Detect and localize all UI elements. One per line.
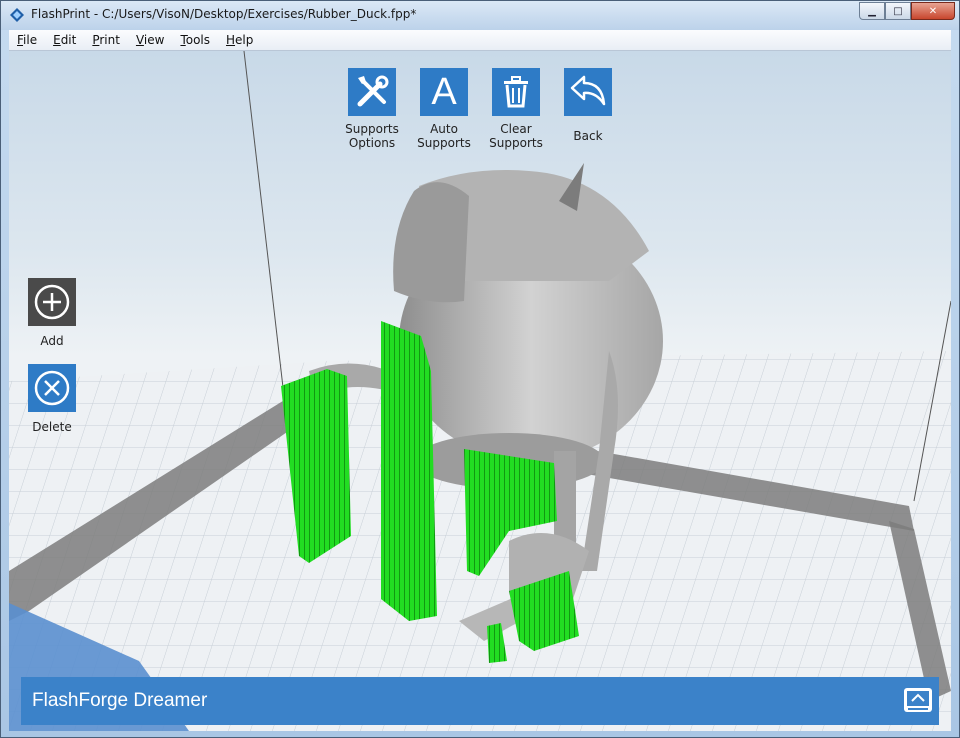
add-label: Add xyxy=(40,334,64,348)
auto-supports-button[interactable]: A Auto Supports xyxy=(406,68,482,150)
menu-edit[interactable]: Edit xyxy=(45,30,84,51)
build-volume-edge xyxy=(243,51,285,397)
app-window: FlashPrint - C:/Users/VisoN/Desktop/Exer… xyxy=(0,0,960,738)
menu-file[interactable]: File xyxy=(9,30,45,51)
back-label: Back xyxy=(573,129,603,143)
maximize-button[interactable]: □ xyxy=(885,2,911,20)
clear-supports-label: Clear Supports xyxy=(489,122,543,150)
supports-options-label: Supports Options xyxy=(345,122,399,150)
tools-icon xyxy=(357,75,389,107)
flashprint-logo-icon xyxy=(10,8,24,22)
3d-viewport[interactable]: Supports Options A Auto Supports Clear Supp… xyxy=(9,51,951,731)
auto-supports-label: Auto Supports xyxy=(417,122,471,150)
menu-tools[interactable]: Tools xyxy=(172,30,218,51)
auto-supports-tile[interactable]: A xyxy=(420,68,468,116)
supports-options-button[interactable]: Supports Options xyxy=(334,68,410,150)
letter-a-icon: A xyxy=(431,70,457,113)
undo-arrow-icon xyxy=(570,75,606,106)
delete-tile[interactable] xyxy=(28,364,76,412)
window-title: FlashPrint - C:/Users/VisoN/Desktop/Exer… xyxy=(31,7,417,21)
clear-supports-button[interactable]: Clear Supports xyxy=(478,68,554,150)
trash-icon xyxy=(504,76,528,108)
delete-button[interactable]: Delete xyxy=(14,364,90,434)
printer-name: FlashForge Dreamer xyxy=(32,690,208,711)
menu-bar: File Edit Print View Tools Help xyxy=(9,30,951,51)
close-button[interactable]: ✕ xyxy=(911,2,955,20)
title-bar: FlashPrint - C:/Users/VisoN/Desktop/Exer… xyxy=(1,1,959,30)
menu-print[interactable]: Print xyxy=(84,30,128,51)
back-button[interactable]: Back xyxy=(550,68,626,143)
plus-circle-icon xyxy=(34,284,70,320)
printer-machine-icon[interactable] xyxy=(903,687,933,715)
x-circle-icon xyxy=(34,370,70,406)
delete-label: Delete xyxy=(32,420,72,434)
clear-supports-tile[interactable] xyxy=(492,68,540,116)
build-scene[interactable] xyxy=(9,51,951,731)
minimize-button[interactable]: ▁ xyxy=(859,2,885,20)
window-controls: ▁ □ ✕ xyxy=(859,2,955,20)
menu-view[interactable]: View xyxy=(128,30,172,51)
back-tile[interactable] xyxy=(564,68,612,116)
add-button[interactable]: Add xyxy=(14,278,90,348)
supports-options-tile[interactable] xyxy=(348,68,396,116)
add-tile[interactable] xyxy=(28,278,76,326)
printer-status-bar[interactable]: FlashForge Dreamer xyxy=(21,677,939,725)
menu-help[interactable]: Help xyxy=(218,30,261,51)
